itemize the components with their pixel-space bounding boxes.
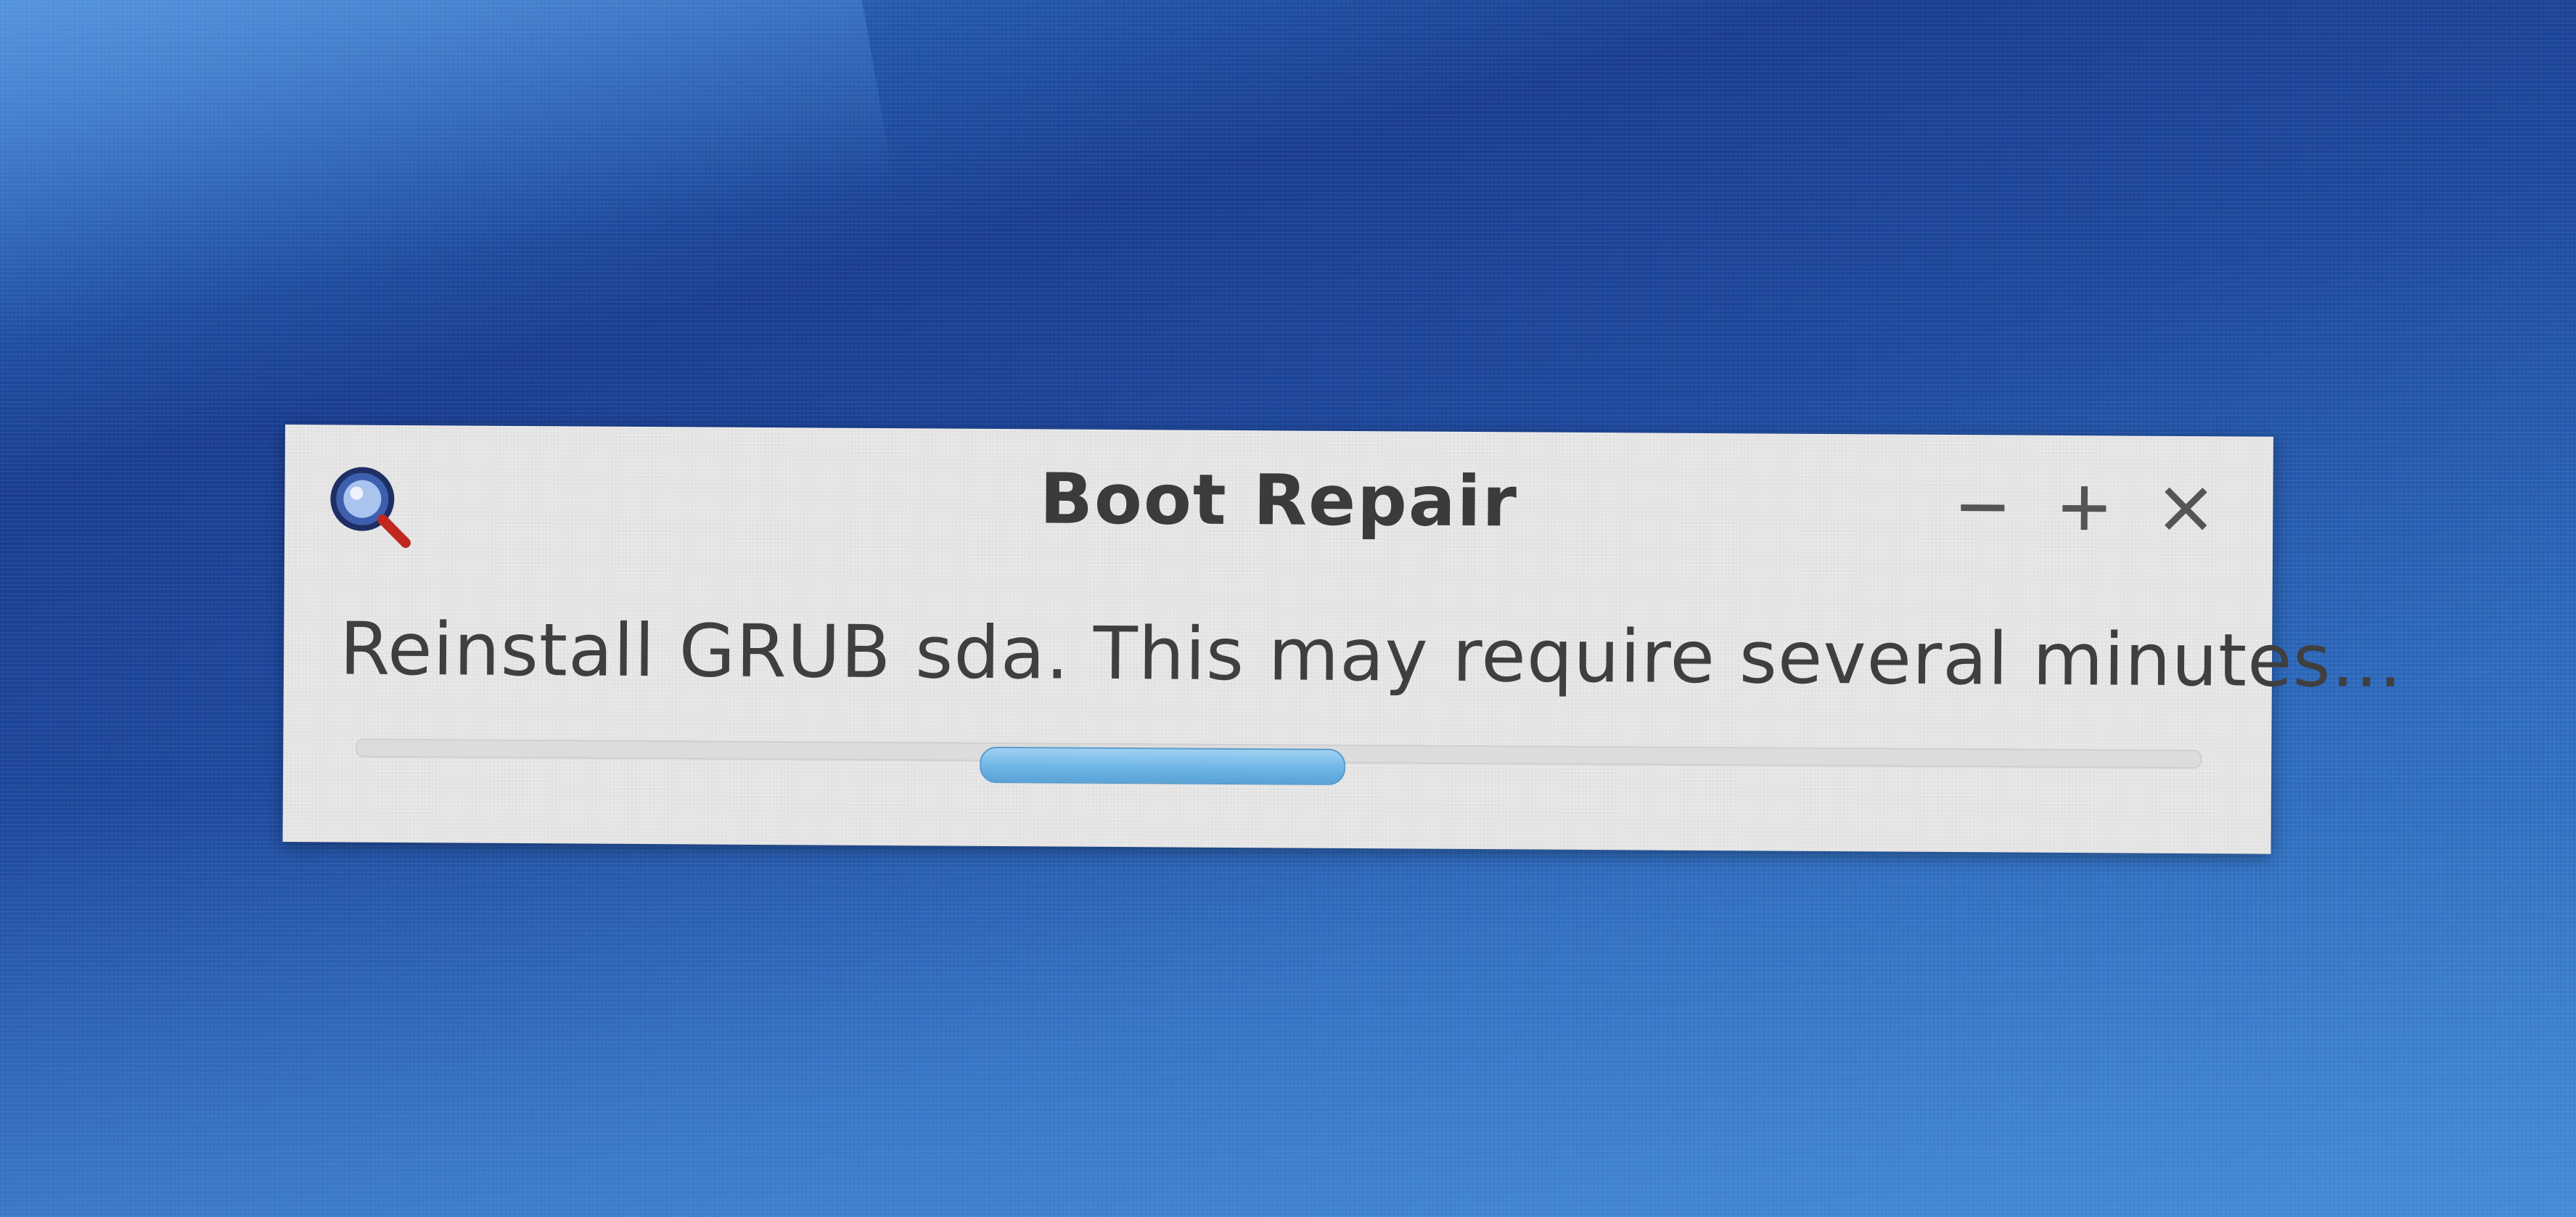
close-button[interactable]: [2146, 469, 2226, 549]
boot-repair-window: Boot Repair Reinstall GRUB sda. This may…: [282, 425, 2403, 854]
progress-bar-pulse: [980, 746, 1346, 785]
desktop-light-band: [0, 0, 895, 361]
minimize-icon: [1961, 504, 2005, 512]
close-icon: [2165, 487, 2207, 530]
status-message: Reinstall GRUB sda. This may require sev…: [339, 606, 2403, 704]
maximize-icon: [2062, 486, 2107, 530]
title-bar[interactable]: Boot Repair: [284, 425, 2273, 589]
minimize-button[interactable]: [1943, 467, 2023, 548]
maximize-button[interactable]: [2044, 468, 2125, 549]
desktop-wave: [0, 798, 2576, 1217]
